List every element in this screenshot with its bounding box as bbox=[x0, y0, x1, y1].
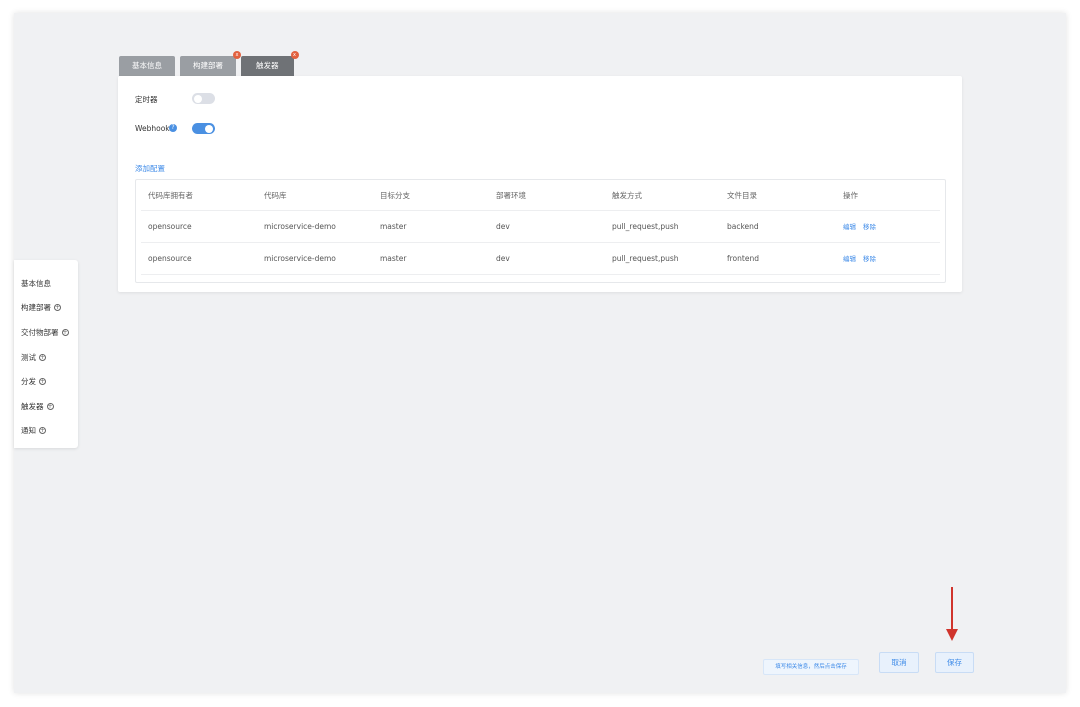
timer-switch[interactable] bbox=[192, 93, 215, 104]
nav-item-trigger[interactable]: 触发器 + bbox=[14, 394, 78, 419]
plus-circle-icon[interactable]: + bbox=[39, 427, 46, 435]
cell-branch: master bbox=[380, 254, 407, 263]
edit-button[interactable]: 编辑 bbox=[843, 223, 856, 231]
col-header-actions: 操作 bbox=[843, 191, 858, 200]
tab-label: 构建部署 bbox=[193, 61, 223, 70]
plus-circle-icon[interactable]: + bbox=[39, 353, 46, 361]
tab-label: 基本信息 bbox=[132, 61, 162, 70]
close-badge-icon[interactable]: x bbox=[233, 51, 241, 59]
timer-label: 定时器 bbox=[135, 95, 158, 104]
nav-item-test[interactable]: 测试 + bbox=[14, 345, 78, 370]
nav-item-label: 交付物部署 bbox=[21, 327, 59, 337]
cell-trigger: pull_request,push bbox=[612, 222, 679, 231]
side-nav: 基本信息 构建部署 + 交付物部署 + 测试 + 分发 + 触发器 + 通知 + bbox=[14, 260, 78, 448]
cell-owner: opensource bbox=[148, 222, 192, 231]
webhook-table: 代码库拥有者 代码库 目标分支 部署环境 触发方式 文件目录 操作 openso… bbox=[135, 179, 946, 283]
nav-item-label: 分发 bbox=[21, 377, 36, 387]
plus-circle-icon[interactable]: + bbox=[61, 328, 69, 336]
nav-item-label: 通知 bbox=[21, 426, 36, 436]
cell-dir: backend bbox=[727, 222, 759, 231]
plus-circle-icon[interactable]: + bbox=[46, 402, 54, 410]
step-tabs: 基本信息 构建部署 x 触发器 x bbox=[119, 51, 299, 76]
edit-button[interactable]: 编辑 bbox=[843, 255, 856, 263]
col-header-owner: 代码库拥有者 bbox=[148, 191, 193, 200]
table-header-row: 代码库拥有者 代码库 目标分支 部署环境 触发方式 文件目录 操作 bbox=[141, 180, 940, 211]
cell-actions: 编辑 移除 bbox=[843, 243, 883, 275]
cell-env: dev bbox=[496, 254, 510, 263]
nav-item-label: 测试 bbox=[21, 352, 36, 362]
remove-button[interactable]: 移除 bbox=[863, 223, 876, 231]
table-row: opensource microservice-demo master dev … bbox=[141, 243, 940, 275]
close-badge-icon[interactable]: x bbox=[290, 51, 299, 59]
cell-trigger: pull_request,push bbox=[612, 254, 679, 263]
nav-item-label: 构建部署 bbox=[21, 303, 51, 313]
webhook-label: Webhook bbox=[135, 124, 170, 133]
save-button[interactable]: 保存 bbox=[935, 652, 974, 673]
nav-item-artifact-deploy[interactable]: 交付物部署 + bbox=[14, 320, 78, 345]
nav-item-build-deploy[interactable]: 构建部署 + bbox=[14, 296, 78, 321]
cancel-button[interactable]: 取消 bbox=[879, 652, 919, 673]
question-circle-icon[interactable]: ? bbox=[169, 124, 177, 132]
arrow-down-icon bbox=[946, 587, 958, 641]
tab-build-deploy[interactable]: 构建部署 x bbox=[180, 51, 241, 76]
plus-circle-icon[interactable]: + bbox=[39, 378, 46, 386]
col-header-trigger: 触发方式 bbox=[612, 191, 642, 200]
col-header-env: 部署环境 bbox=[496, 191, 526, 200]
nav-item-label: 基本信息 bbox=[21, 278, 51, 288]
cell-env: dev bbox=[496, 222, 510, 231]
remove-button[interactable]: 移除 bbox=[863, 255, 876, 263]
tab-label: 触发器 bbox=[256, 61, 279, 70]
cell-repo: microservice-demo bbox=[264, 222, 336, 231]
plus-circle-icon[interactable]: + bbox=[54, 304, 61, 312]
col-header-branch: 目标分支 bbox=[380, 191, 410, 200]
tab-basic-info[interactable]: 基本信息 bbox=[119, 56, 175, 76]
cell-repo: microservice-demo bbox=[264, 254, 336, 263]
col-header-dir: 文件目录 bbox=[727, 191, 757, 200]
webhook-switch[interactable] bbox=[192, 123, 215, 134]
add-config-link[interactable]: 添加配置 bbox=[135, 163, 165, 174]
nav-item-label: 触发器 bbox=[21, 401, 44, 411]
nav-item-basic-info[interactable]: 基本信息 bbox=[14, 271, 78, 296]
nav-item-notify[interactable]: 通知 + bbox=[14, 419, 78, 444]
col-header-repo: 代码库 bbox=[264, 191, 287, 200]
cell-owner: opensource bbox=[148, 254, 192, 263]
save-hint: 填写相关信息，然后点击保存 bbox=[763, 659, 859, 675]
app-window: 基本信息 构建部署 x 触发器 x 定时器 Webhook ? 添加配置 代码库… bbox=[14, 13, 1066, 693]
cell-actions: 编辑 移除 bbox=[843, 211, 883, 243]
cell-branch: master bbox=[380, 222, 407, 231]
table-row: opensource microservice-demo master dev … bbox=[141, 211, 940, 243]
cell-dir: frontend bbox=[727, 254, 759, 263]
tab-trigger[interactable]: 触发器 x bbox=[241, 51, 299, 76]
trigger-panel: 定时器 Webhook ? 添加配置 代码库拥有者 代码库 目标分支 部署环境 … bbox=[118, 76, 962, 292]
nav-item-distribute[interactable]: 分发 + bbox=[14, 369, 78, 394]
